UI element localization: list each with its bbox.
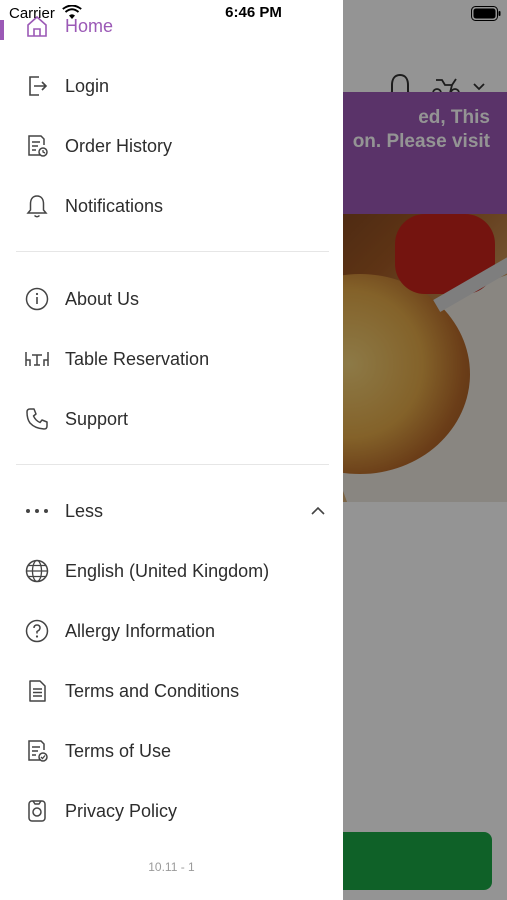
- app-version: 10.11 - 1: [148, 860, 195, 874]
- menu-item-label: Privacy Policy: [65, 800, 178, 821]
- menu-item-label: Notifications: [65, 195, 164, 216]
- login-icon: [23, 72, 51, 100]
- table-icon: [23, 345, 51, 373]
- menu-item-support[interactable]: Support: [0, 394, 343, 444]
- bell-icon: [23, 192, 51, 220]
- menu-item-about-us[interactable]: About Us: [0, 274, 343, 324]
- menu-item-label: Allergy Information: [65, 620, 216, 641]
- chevron-up-icon[interactable]: [308, 504, 328, 518]
- menu-item-table-reservation[interactable]: Table Reservation: [0, 334, 343, 384]
- menu-item-terms-and-conditions[interactable]: Terms and Conditions: [0, 666, 343, 716]
- menu-item-label: About Us: [65, 288, 140, 309]
- menu-item-label: Terms of Use: [65, 740, 172, 761]
- divider: [16, 251, 329, 252]
- privacy-icon: [23, 797, 51, 825]
- menu-item-label: Login: [65, 75, 110, 96]
- menu-item-label: Less: [65, 500, 104, 521]
- menu-item-allergy-information[interactable]: Allergy Information: [0, 606, 343, 656]
- question-icon: [23, 617, 51, 645]
- clock: 6:46 PM: [225, 4, 282, 21]
- navigation-drawer: Home Login Order History Notifications A…: [0, 0, 343, 900]
- phone-icon: [23, 405, 51, 433]
- menu-item-terms-of-use[interactable]: Terms of Use: [0, 726, 343, 776]
- status-bar: Carrier 6:46 PM: [0, 0, 507, 28]
- document-check-icon: [23, 737, 51, 765]
- globe-icon: [23, 557, 51, 585]
- menu-item-language[interactable]: English (United Kingdom): [0, 546, 343, 596]
- divider: [16, 464, 329, 465]
- menu-item-less[interactable]: Less: [0, 486, 343, 536]
- menu-item-privacy-policy[interactable]: Privacy Policy: [0, 786, 343, 836]
- document-icon: [23, 677, 51, 705]
- menu-item-label: English (United Kingdom): [65, 560, 270, 581]
- menu-item-label: Table Reservation: [65, 348, 210, 369]
- menu-item-notifications[interactable]: Notifications: [0, 181, 343, 231]
- menu-item-label: Support: [65, 408, 129, 429]
- menu-item-login[interactable]: Login: [0, 61, 343, 111]
- menu-item-order-history[interactable]: Order History: [0, 121, 343, 171]
- info-icon: [23, 285, 51, 313]
- battery-icon: [471, 6, 501, 21]
- menu-item-label: Order History: [65, 135, 173, 156]
- menu-item-label: Terms and Conditions: [65, 680, 240, 701]
- more-dots-icon: [23, 497, 51, 525]
- order-history-icon: [23, 132, 51, 160]
